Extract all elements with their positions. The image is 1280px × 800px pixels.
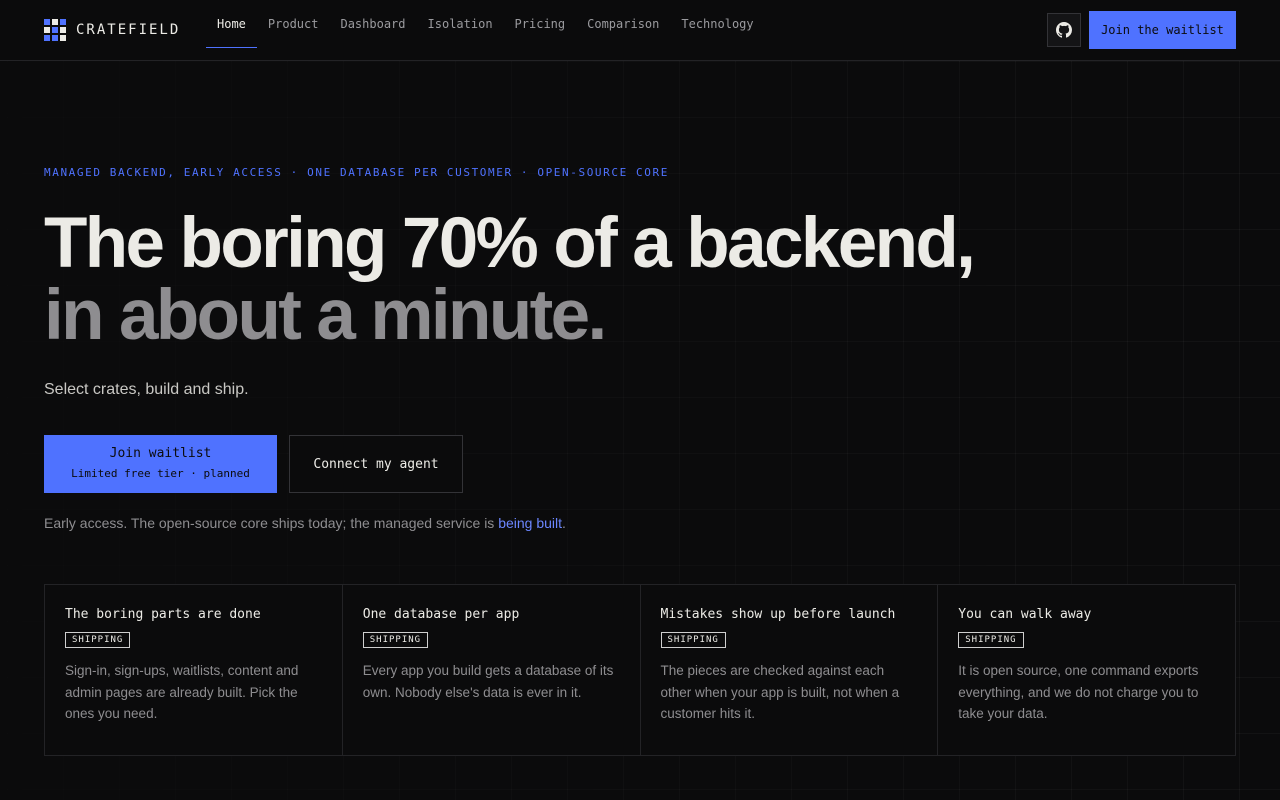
being-built-link[interactable]: being built xyxy=(498,515,562,531)
github-icon xyxy=(1056,22,1072,38)
connect-agent-button[interactable]: Connect my agent xyxy=(289,435,463,493)
feature-description: Every app you build gets a database of i… xyxy=(362,663,614,700)
join-waitlist-header-button[interactable]: Join the waitlist xyxy=(1089,11,1236,49)
top-navbar: CRATEFIELD Home Product Dashboard Isolat… xyxy=(0,0,1280,61)
feature-card: One database per app SHIPPING Every app … xyxy=(343,585,641,755)
feature-card: Mistakes show up before launch SHIPPING … xyxy=(641,585,939,755)
note-end: . xyxy=(562,515,566,531)
headline-line-2: in about a minute. xyxy=(44,276,607,355)
hero-eyebrow: MANAGED BACKEND, EARLY ACCESS · ONE DATA… xyxy=(44,166,669,179)
early-access-note: Early access. The open-source core ships… xyxy=(44,515,566,531)
join-waitlist-button[interactable]: Join waitlist Limited free tier · planne… xyxy=(44,435,277,493)
nav-comparison[interactable]: Comparison xyxy=(576,0,670,48)
feature-title: The boring parts are done xyxy=(65,607,261,622)
hero-subtitle: Select crates, build and ship. xyxy=(44,381,249,398)
feature-description: It is open source, one command exports e… xyxy=(958,663,1199,721)
nav-dashboard[interactable]: Dashboard xyxy=(329,0,416,48)
nav-home[interactable]: Home xyxy=(206,0,257,48)
main-nav: Home Product Dashboard Isolation Pricing… xyxy=(206,0,765,61)
nav-product[interactable]: Product xyxy=(257,0,330,48)
status-badge: SHIPPING xyxy=(958,632,1024,648)
status-badge: SHIPPING xyxy=(65,632,131,648)
status-badge: SHIPPING xyxy=(660,632,726,648)
headline-line-1: The boring 70% of a backend, xyxy=(44,204,976,283)
feature-card: The boring parts are done SHIPPING Sign-… xyxy=(45,585,343,755)
nav-isolation[interactable]: Isolation xyxy=(417,0,504,48)
feature-card: You can walk away SHIPPING It is open so… xyxy=(938,585,1235,755)
nav-pricing[interactable]: Pricing xyxy=(504,0,577,48)
grid-logo-icon xyxy=(44,19,66,41)
note-text: Early access. The open-source core ships… xyxy=(44,515,499,531)
features-grid: The boring parts are done SHIPPING Sign-… xyxy=(44,584,1236,756)
feature-description: Sign-in, sign-ups, waitlists, content an… xyxy=(65,663,299,721)
nav-technology[interactable]: Technology xyxy=(670,0,764,48)
join-waitlist-sublabel: Limited free tier · planned xyxy=(71,467,250,480)
github-button[interactable] xyxy=(1047,13,1081,47)
status-badge: SHIPPING xyxy=(362,632,429,648)
logo[interactable]: CRATEFIELD xyxy=(44,19,180,41)
join-waitlist-label: Join waitlist xyxy=(109,446,212,461)
feature-title: You can walk away xyxy=(958,607,1092,622)
feature-title: Mistakes show up before launch xyxy=(660,607,896,622)
feature-description: The pieces are checked against each othe… xyxy=(660,663,900,721)
logo-text: CRATEFIELD xyxy=(76,22,181,38)
hero-headline: The boring 70% of a backend, in about a … xyxy=(44,204,976,355)
feature-title: One database per app xyxy=(362,607,520,622)
